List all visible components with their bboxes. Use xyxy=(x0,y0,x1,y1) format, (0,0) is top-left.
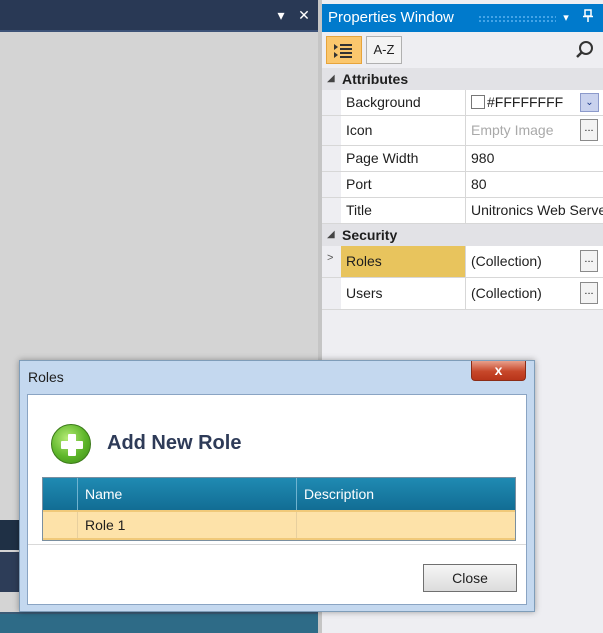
categorized-view-button[interactable] xyxy=(326,36,362,64)
property-row-page-width[interactable]: Page Width 980 xyxy=(322,146,603,172)
property-row-port[interactable]: Port 80 xyxy=(322,172,603,198)
row-margin xyxy=(322,278,341,309)
property-name: Users xyxy=(341,278,466,309)
property-row-users[interactable]: Users (Collection) ... xyxy=(322,278,603,310)
property-row-title[interactable]: Title Unitronics Web Server xyxy=(322,198,603,224)
properties-toolbar: A-Z xyxy=(322,32,603,68)
row-header-column xyxy=(43,478,78,510)
column-header-description[interactable]: Description xyxy=(297,478,515,510)
window-menu-icon[interactable]: ▾ xyxy=(272,6,290,24)
property-value[interactable]: 80 xyxy=(467,172,603,197)
role-description-cell[interactable] xyxy=(297,512,515,538)
property-name: Title xyxy=(341,198,466,223)
window-menu-icon[interactable]: ▾ xyxy=(558,9,574,27)
chevron-down-icon[interactable]: ⌄ xyxy=(580,93,599,112)
row-margin xyxy=(322,116,341,145)
properties-titlebar: Properties Window ▾ xyxy=(322,4,603,32)
row-selector[interactable] xyxy=(43,512,78,538)
property-value[interactable]: Unitronics Web Server xyxy=(467,198,603,223)
property-row-background[interactable]: Background #FFFFFFFF ⌄ xyxy=(322,90,603,116)
browse-button[interactable]: ... xyxy=(580,119,598,141)
property-value[interactable]: 980 xyxy=(467,146,603,171)
roles-dialog: Roles x Add New Role Name Description Ro… xyxy=(19,360,535,612)
bottom-tab-strip xyxy=(0,612,318,633)
dialog-body: Add New Role Name Description Role 1 Clo… xyxy=(27,394,527,605)
row-margin xyxy=(322,90,341,115)
property-name: Background xyxy=(341,90,466,115)
titlebar-grip xyxy=(478,15,556,22)
category-security[interactable]: ◢ Security xyxy=(322,224,603,246)
collapse-icon[interactable]: ◢ xyxy=(327,229,335,240)
property-row-icon[interactable]: Icon Empty Image ... xyxy=(322,116,603,146)
alphabetical-view-button[interactable]: A-Z xyxy=(366,36,402,64)
property-name: Page Width xyxy=(341,146,466,171)
close-icon[interactable]: x xyxy=(471,361,526,381)
collapse-icon[interactable]: ◢ xyxy=(327,73,335,84)
property-name: Port xyxy=(341,172,466,197)
divider xyxy=(28,544,526,545)
role-name-cell[interactable]: Role 1 xyxy=(78,512,297,538)
add-new-role-label: Add New Role xyxy=(107,432,242,454)
pin-icon[interactable] xyxy=(580,9,596,27)
browse-button[interactable]: ... xyxy=(580,282,598,304)
close-icon[interactable]: ✕ xyxy=(295,6,313,24)
color-swatch xyxy=(471,95,485,109)
category-label: Attributes xyxy=(342,71,409,87)
table-header: Name Description xyxy=(43,478,515,510)
category-label: Security xyxy=(342,227,398,243)
color-value: #FFFFFFFF xyxy=(487,94,564,110)
roles-table: Name Description Role 1 xyxy=(42,477,516,541)
close-button[interactable]: Close xyxy=(423,564,517,592)
property-name: Roles xyxy=(341,246,466,277)
expand-icon[interactable]: > xyxy=(327,252,333,264)
property-row-roles[interactable]: > Roles (Collection) ... xyxy=(322,246,603,278)
table-row[interactable]: Role 1 xyxy=(43,510,515,540)
browse-button[interactable]: ... xyxy=(580,250,598,272)
document-titlebar: ▾ ✕ xyxy=(0,0,318,32)
dialog-title: Roles xyxy=(28,369,64,385)
row-margin xyxy=(322,172,341,197)
search-icon[interactable] xyxy=(575,40,595,60)
row-margin xyxy=(322,198,341,223)
categorized-icon xyxy=(334,44,352,58)
add-icon xyxy=(51,424,91,464)
category-attributes[interactable]: ◢ Attributes xyxy=(322,68,603,90)
column-header-name[interactable]: Name xyxy=(78,478,297,510)
row-margin xyxy=(322,146,341,171)
property-name: Icon xyxy=(341,116,466,145)
property-grid: ◢ Attributes Background #FFFFFFFF ⌄ Icon… xyxy=(322,68,603,310)
properties-title: Properties Window xyxy=(328,9,454,26)
row-margin: > xyxy=(322,246,341,277)
